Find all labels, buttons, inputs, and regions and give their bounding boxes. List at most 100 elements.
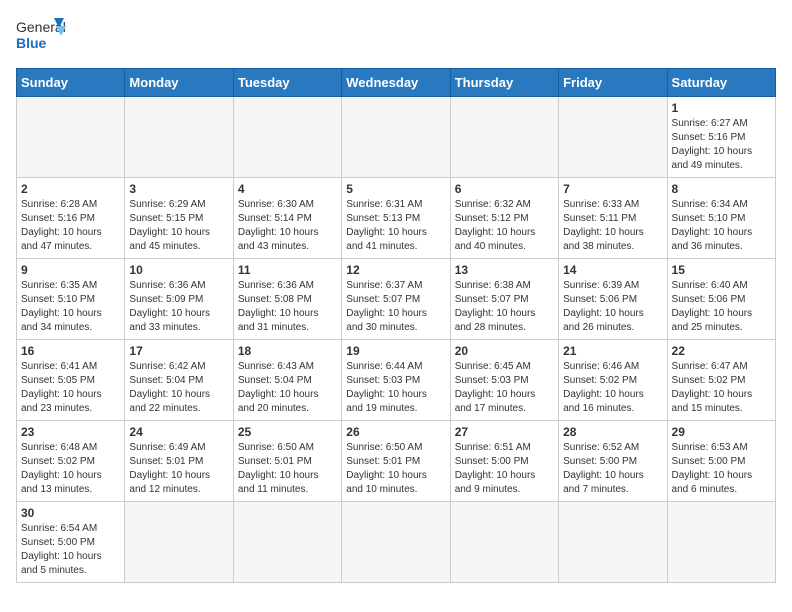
day-info: Sunrise: 6:51 AM Sunset: 5:00 PM Dayligh… — [455, 441, 554, 497]
day-info: Sunrise: 6:38 AM Sunset: 5:07 PM Dayligh… — [455, 279, 554, 335]
calendar-cell: 15 Sunrise: 6:40 AM Sunset: 5:06 PM Dayli… — [667, 259, 775, 340]
calendar-cell: 27 Sunrise: 6:51 AM Sunset: 5:00 PM Dayli… — [450, 421, 558, 502]
calendar-cell: 9 Sunrise: 6:35 AM Sunset: 5:10 PM Daylig… — [17, 259, 125, 340]
calendar-week-row: 23 Sunrise: 6:48 AM Sunset: 5:02 PM Dayli… — [17, 421, 776, 502]
day-number: 6 — [455, 182, 554, 196]
day-info: Sunrise: 6:36 AM Sunset: 5:09 PM Dayligh… — [129, 279, 228, 335]
calendar-cell: 29 Sunrise: 6:53 AM Sunset: 5:00 PM Dayli… — [667, 421, 775, 502]
day-number: 30 — [21, 506, 120, 520]
calendar-cell — [559, 502, 667, 583]
day-number: 23 — [21, 425, 120, 439]
day-info: Sunrise: 6:48 AM Sunset: 5:02 PM Dayligh… — [21, 441, 120, 497]
day-info: Sunrise: 6:49 AM Sunset: 5:01 PM Dayligh… — [129, 441, 228, 497]
weekday-header-sunday: Sunday — [17, 69, 125, 97]
day-number: 26 — [346, 425, 445, 439]
day-info: Sunrise: 6:52 AM Sunset: 5:00 PM Dayligh… — [563, 441, 662, 497]
calendar-week-row: 30 Sunrise: 6:54 AM Sunset: 5:00 PM Dayli… — [17, 502, 776, 583]
day-info: Sunrise: 6:27 AM Sunset: 5:16 PM Dayligh… — [672, 117, 771, 173]
day-number: 15 — [672, 263, 771, 277]
calendar-cell: 23 Sunrise: 6:48 AM Sunset: 5:02 PM Dayli… — [17, 421, 125, 502]
day-number: 2 — [21, 182, 120, 196]
day-info: Sunrise: 6:45 AM Sunset: 5:03 PM Dayligh… — [455, 360, 554, 416]
day-info: Sunrise: 6:35 AM Sunset: 5:10 PM Dayligh… — [21, 279, 120, 335]
calendar-cell — [233, 502, 341, 583]
calendar-cell: 13 Sunrise: 6:38 AM Sunset: 5:07 PM Dayli… — [450, 259, 558, 340]
weekday-header-wednesday: Wednesday — [342, 69, 450, 97]
calendar-cell — [233, 97, 341, 178]
day-number: 1 — [672, 101, 771, 115]
day-number: 19 — [346, 344, 445, 358]
calendar-cell — [17, 97, 125, 178]
day-info: Sunrise: 6:34 AM Sunset: 5:10 PM Dayligh… — [672, 198, 771, 254]
day-info: Sunrise: 6:40 AM Sunset: 5:06 PM Dayligh… — [672, 279, 771, 335]
calendar-cell: 11Sunrise: 6:36 AM Sunset: 5:08 PM Dayli… — [233, 259, 341, 340]
calendar-cell — [125, 97, 233, 178]
logo: General Blue — [16, 16, 68, 60]
day-info: Sunrise: 6:50 AM Sunset: 5:01 PM Dayligh… — [238, 441, 337, 497]
svg-text:Blue: Blue — [16, 35, 47, 51]
page-header: General Blue — [16, 16, 776, 60]
weekday-header-row: SundayMondayTuesdayWednesdayThursdayFrid… — [17, 69, 776, 97]
calendar-cell: 21 Sunrise: 6:46 AM Sunset: 5:02 PM Dayli… — [559, 340, 667, 421]
calendar-cell — [342, 502, 450, 583]
day-info: Sunrise: 6:53 AM Sunset: 5:00 PM Dayligh… — [672, 441, 771, 497]
day-number: 4 — [238, 182, 337, 196]
day-number: 7 — [563, 182, 662, 196]
day-number: 13 — [455, 263, 554, 277]
calendar-cell — [342, 97, 450, 178]
day-number: 16 — [21, 344, 120, 358]
calendar-cell: 6Sunrise: 6:32 AM Sunset: 5:12 PM Daylig… — [450, 178, 558, 259]
calendar-cell: 16 Sunrise: 6:41 AM Sunset: 5:05 PM Dayli… — [17, 340, 125, 421]
day-info: Sunrise: 6:31 AM Sunset: 5:13 PM Dayligh… — [346, 198, 445, 254]
calendar-week-row: 1 Sunrise: 6:27 AM Sunset: 5:16 PM Daylig… — [17, 97, 776, 178]
day-info: Sunrise: 6:46 AM Sunset: 5:02 PM Dayligh… — [563, 360, 662, 416]
day-info: Sunrise: 6:47 AM Sunset: 5:02 PM Dayligh… — [672, 360, 771, 416]
calendar-cell — [450, 502, 558, 583]
day-number: 18 — [238, 344, 337, 358]
day-info: Sunrise: 6:42 AM Sunset: 5:04 PM Dayligh… — [129, 360, 228, 416]
day-number: 17 — [129, 344, 228, 358]
day-info: Sunrise: 6:44 AM Sunset: 5:03 PM Dayligh… — [346, 360, 445, 416]
logo-svg: General Blue — [16, 16, 68, 60]
weekday-header-tuesday: Tuesday — [233, 69, 341, 97]
day-number: 29 — [672, 425, 771, 439]
weekday-header-friday: Friday — [559, 69, 667, 97]
calendar-cell: 30 Sunrise: 6:54 AM Sunset: 5:00 PM Dayli… — [17, 502, 125, 583]
day-number: 21 — [563, 344, 662, 358]
calendar-cell: 28 Sunrise: 6:52 AM Sunset: 5:00 PM Dayli… — [559, 421, 667, 502]
calendar-cell: 1 Sunrise: 6:27 AM Sunset: 5:16 PM Daylig… — [667, 97, 775, 178]
calendar-cell — [450, 97, 558, 178]
calendar-cell: 19 Sunrise: 6:44 AM Sunset: 5:03 PM Dayli… — [342, 340, 450, 421]
day-number: 20 — [455, 344, 554, 358]
day-info: Sunrise: 6:33 AM Sunset: 5:11 PM Dayligh… — [563, 198, 662, 254]
calendar-cell: 4 Sunrise: 6:30 AM Sunset: 5:14 PM Daylig… — [233, 178, 341, 259]
day-info: Sunrise: 6:41 AM Sunset: 5:05 PM Dayligh… — [21, 360, 120, 416]
calendar-week-row: 16 Sunrise: 6:41 AM Sunset: 5:05 PM Dayli… — [17, 340, 776, 421]
calendar-cell: 2Sunrise: 6:28 AM Sunset: 5:16 PM Daylig… — [17, 178, 125, 259]
day-number: 10 — [129, 263, 228, 277]
weekday-header-thursday: Thursday — [450, 69, 558, 97]
day-info: Sunrise: 6:37 AM Sunset: 5:07 PM Dayligh… — [346, 279, 445, 335]
day-number: 9 — [21, 263, 120, 277]
calendar-cell: 8 Sunrise: 6:34 AM Sunset: 5:10 PM Daylig… — [667, 178, 775, 259]
day-info: Sunrise: 6:50 AM Sunset: 5:01 PM Dayligh… — [346, 441, 445, 497]
day-info: Sunrise: 6:30 AM Sunset: 5:14 PM Dayligh… — [238, 198, 337, 254]
calendar-cell: 10 Sunrise: 6:36 AM Sunset: 5:09 PM Dayli… — [125, 259, 233, 340]
day-number: 24 — [129, 425, 228, 439]
day-number: 14 — [563, 263, 662, 277]
calendar-cell: 20 Sunrise: 6:45 AM Sunset: 5:03 PM Dayli… — [450, 340, 558, 421]
calendar-cell: 22 Sunrise: 6:47 AM Sunset: 5:02 PM Dayli… — [667, 340, 775, 421]
day-number: 22 — [672, 344, 771, 358]
calendar-cell — [125, 502, 233, 583]
calendar-cell: 12 Sunrise: 6:37 AM Sunset: 5:07 PM Dayli… — [342, 259, 450, 340]
calendar-table: SundayMondayTuesdayWednesdayThursdayFrid… — [16, 68, 776, 583]
day-number: 28 — [563, 425, 662, 439]
day-number: 8 — [672, 182, 771, 196]
day-info: Sunrise: 6:29 AM Sunset: 5:15 PM Dayligh… — [129, 198, 228, 254]
day-number: 25 — [238, 425, 337, 439]
calendar-cell: 18Sunrise: 6:43 AM Sunset: 5:04 PM Dayli… — [233, 340, 341, 421]
day-info: Sunrise: 6:54 AM Sunset: 5:00 PM Dayligh… — [21, 522, 120, 578]
weekday-header-saturday: Saturday — [667, 69, 775, 97]
day-number: 12 — [346, 263, 445, 277]
day-number: 27 — [455, 425, 554, 439]
